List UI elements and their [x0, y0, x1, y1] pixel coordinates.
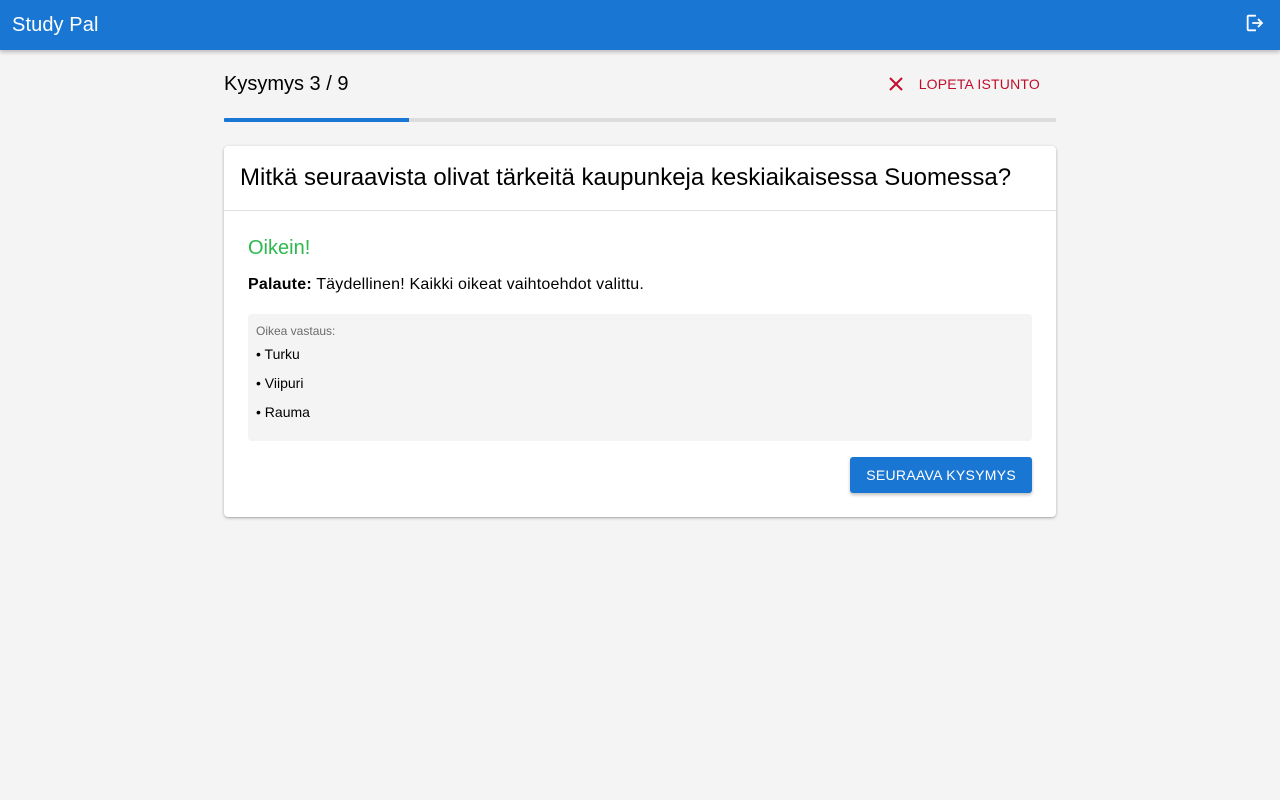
question-card-body: Oikein! Palaute: Täydellinen! Kaikki oik…: [224, 211, 1056, 517]
correct-answer-box: Oikea vastaus: • Turku • Viipuri • Rauma: [248, 314, 1032, 441]
question-card-header: Mitkä seuraavista olivat tärkeitä kaupun…: [224, 146, 1056, 211]
card-actions: SEURAAVA KYSYMYS: [248, 457, 1032, 493]
correct-answer-item: • Rauma: [256, 404, 310, 420]
result-title: Oikein!: [248, 237, 311, 259]
question-card: Mitkä seuraavista olivat tärkeitä kaupun…: [224, 146, 1056, 517]
logout-button[interactable]: [1240, 10, 1270, 40]
next-question-button[interactable]: SEURAAVA KYSYMYS: [850, 457, 1032, 493]
close-icon: [885, 73, 907, 95]
progress-bar-fill: [224, 118, 409, 122]
question-counter: Kysymys 3 / 9: [224, 72, 349, 95]
correct-answer-item: • Viipuri: [256, 375, 304, 391]
end-session-button[interactable]: LOPETA ISTUNTO: [877, 67, 1056, 101]
app-title: Study Pal: [12, 13, 99, 36]
correct-answer-label: Oikea vastaus:: [256, 324, 336, 338]
end-session-label: LOPETA ISTUNTO: [918, 76, 1040, 92]
main-content: Kysymys 3 / 9 LOPETA ISTUNTO Mitkä seura…: [224, 50, 1056, 517]
feedback-text: Täydellinen! Kaikki oikeat vaihtoehdot v…: [316, 276, 645, 293]
logout-icon: [1244, 12, 1266, 39]
feedback-label: Palaute:: [248, 276, 312, 293]
question-text: Mitkä seuraavista olivat tärkeitä kaupun…: [240, 164, 1012, 191]
feedback: Palaute: Täydellinen! Kaikki oikeat vaih…: [248, 276, 1032, 294]
progress-bar: [224, 118, 1056, 122]
app-bar: Study Pal: [0, 0, 1280, 50]
session-header: Kysymys 3 / 9 LOPETA ISTUNTO: [224, 50, 1056, 118]
correct-answer-item: • Turku: [256, 346, 300, 362]
